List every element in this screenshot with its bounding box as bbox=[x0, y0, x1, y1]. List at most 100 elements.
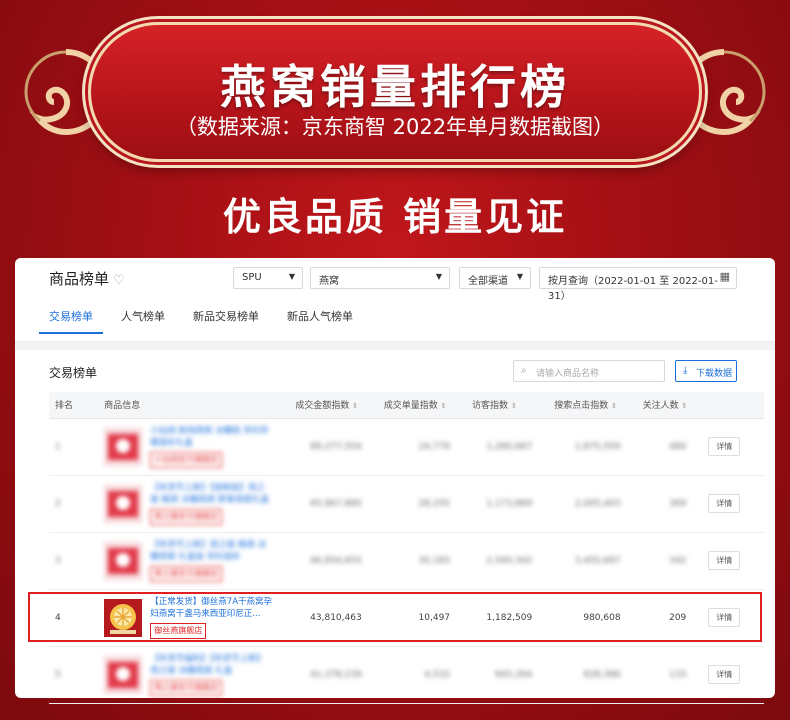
amount-index-cell: 46,854,655 bbox=[289, 532, 378, 590]
search-clicks-index-cell: 2,005,403 bbox=[548, 475, 637, 533]
download-data-button[interactable]: ⤓ 下载数据 bbox=[675, 360, 737, 382]
channel-select[interactable]: 全部渠道 ▼ bbox=[459, 267, 531, 289]
visitors-index-cell: 2,540,342 bbox=[466, 532, 549, 590]
category-select[interactable]: 燕窝 ▼ bbox=[310, 267, 450, 289]
table-row[interactable]: 2 【年货节上新】【尝鲜装】燕之屋 碗燕 冰糖燕窝 即食燕窝礼盒 燕之屋官方旗舰店 6… bbox=[49, 475, 764, 533]
col-orders-label: 成交单量指数 bbox=[383, 401, 438, 412]
col-product: 商品信息 bbox=[98, 392, 290, 419]
action-cell: 详情 bbox=[702, 589, 764, 647]
search-clicks-index-cell: 828,386 bbox=[548, 646, 637, 704]
channel-select-value: 全部渠道 bbox=[468, 276, 508, 287]
action-cell: 详情 bbox=[702, 646, 764, 704]
dimension-select-value: SPU bbox=[242, 272, 262, 283]
banner-title: 燕窝销量排行榜 bbox=[220, 60, 570, 114]
product-thumbnail[interactable] bbox=[104, 541, 143, 580]
sort-icon: ⇕ bbox=[510, 402, 517, 411]
product-thumbnail[interactable] bbox=[104, 598, 143, 637]
detail-button[interactable]: 详情 bbox=[708, 665, 741, 684]
tab-new-trade-ranking[interactable]: 新品交易榜单 bbox=[193, 308, 259, 334]
product-cell: 【正常发货】御丝燕7A干燕窝孕妇燕窝干盏马来西亚印尼正... 御丝燕旗舰店 bbox=[98, 589, 290, 647]
banner: 燕窝销量排行榜 （数据来源：京东商智 2022年单月数据截图） bbox=[18, 18, 772, 166]
ranking-table: 排名 商品信息 成交金额指数 ⇕ 成交单量指数 ⇕ 访客指数 ⇕ 搜索点击指数 … bbox=[49, 392, 764, 704]
product-name-link[interactable]: 【年货节福利】【年货节上新】燕之屋 冰糖燕窝 礼盒 bbox=[150, 653, 272, 677]
sort-icon: ⇕ bbox=[352, 402, 359, 411]
col-amount-label: 成交金额指数 bbox=[295, 401, 350, 412]
product-cell: 【年货节福利】【年货节上新】燕之屋 冰糖燕窝 礼盒燕之屋官方旗舰店 bbox=[98, 646, 290, 704]
visitors-index-cell: 1,280,667 bbox=[466, 418, 549, 476]
rank-cell: 4 bbox=[49, 589, 99, 647]
section-title: 交易榜单 bbox=[49, 366, 98, 380]
col-search-clicks[interactable]: 搜索点击指数 ⇕ bbox=[548, 392, 637, 419]
rank-cell: 2 bbox=[49, 475, 99, 533]
tab-new-popularity-ranking[interactable]: 新品人气榜单 bbox=[287, 308, 353, 334]
follows-cell: 342 bbox=[636, 532, 703, 590]
page-title: 商品榜单 ♡ bbox=[49, 268, 125, 289]
heart-icon[interactable]: ♡ bbox=[113, 273, 125, 288]
tab-trade-ranking[interactable]: 交易榜单 bbox=[39, 308, 103, 334]
follows-cell: 369 bbox=[636, 475, 703, 533]
action-cell: 详情 bbox=[702, 532, 764, 590]
tab-popularity-ranking[interactable]: 人气榜单 bbox=[121, 308, 165, 334]
detail-button[interactable]: 详情 bbox=[708, 608, 741, 627]
product-thumbnail[interactable] bbox=[104, 655, 143, 694]
detail-button[interactable]: 详情 bbox=[708, 437, 741, 456]
table-row[interactable]: 4 【正常发货】御丝燕7A干燕窝孕妇燕窝干盏马来西亚印尼正... 御丝燕旗舰店 43,… bbox=[49, 589, 764, 647]
sort-icon: ⇕ bbox=[681, 402, 688, 411]
table-row[interactable]: 5 【年货节福利】【年货节上新】燕之屋 冰糖燕窝 礼盒 燕之屋官方旗舰店 41,378… bbox=[49, 646, 764, 704]
banner-plaque: 燕窝销量排行榜 （数据来源：京东商智 2022年单月数据截图） bbox=[88, 22, 702, 162]
table-row[interactable]: 3 【年货节上新】燕之屋 碗燕 冰糖燕窝 礼盒装 孕妇滋补 燕之屋官方旗舰店 46,8… bbox=[49, 532, 764, 590]
product-name-link[interactable]: 小仙炖 鲜炖燕窝 冰糖款 孕妇孕期滋补礼盒 bbox=[150, 425, 272, 449]
store-tag[interactable]: 燕之屋官方旗舰店 bbox=[150, 566, 223, 582]
orders-index-cell: 28,255 bbox=[377, 475, 467, 533]
amount-index-cell: 65,967,880 bbox=[289, 475, 378, 533]
rank-cell: 5 bbox=[49, 646, 99, 704]
orders-index-cell: 4,532 bbox=[377, 646, 467, 704]
follows-cell: 484 bbox=[636, 418, 703, 476]
store-tag[interactable]: 御丝燕旗舰店 bbox=[150, 623, 207, 639]
chevron-down-icon: ▼ bbox=[435, 272, 442, 281]
col-amount[interactable]: 成交金额指数 ⇕ bbox=[289, 392, 378, 419]
store-tag[interactable]: 燕之屋官方旗舰店 bbox=[150, 509, 223, 525]
col-visitors-label: 访客指数 bbox=[472, 401, 509, 412]
product-name-link[interactable]: 【正常发货】御丝燕7A干燕窝孕妇燕窝干盏马来西亚印尼正... bbox=[150, 596, 272, 620]
dimension-select[interactable]: SPU ▼ bbox=[233, 267, 303, 289]
product-cell: 【年货节上新】燕之屋 碗燕 冰糖燕窝 礼盒装 孕妇滋补燕之屋官方旗舰店 bbox=[98, 532, 290, 590]
col-orders[interactable]: 成交单量指数 ⇕ bbox=[377, 392, 467, 419]
download-label: 下载数据 bbox=[696, 369, 733, 379]
sort-icon: ⇕ bbox=[440, 402, 447, 411]
product-search-input[interactable]: ⌕ 请输入商品名称 bbox=[513, 360, 665, 382]
col-action bbox=[702, 392, 764, 419]
follows-cell: 133 bbox=[636, 646, 703, 704]
chevron-down-icon: ▼ bbox=[516, 272, 523, 281]
action-cell: 详情 bbox=[702, 475, 764, 533]
rank-cell: 3 bbox=[49, 532, 99, 590]
date-range-picker[interactable]: 按月查询（2022-01-01 至 2022-01-31） ▦ bbox=[539, 267, 737, 302]
col-search-clicks-label: 搜索点击指数 bbox=[554, 401, 609, 412]
orders-index-cell: 30,183 bbox=[377, 532, 467, 590]
sort-icon: ⇕ bbox=[611, 402, 617, 411]
orders-index-cell: 10,497 bbox=[377, 589, 467, 647]
table-row[interactable]: 1 小仙炖 鲜炖燕窝 冰糖款 孕妇孕期滋补礼盒 小仙炖官方旗舰店 89,277,554… bbox=[49, 418, 764, 476]
col-follows[interactable]: 关注人数 ⇕ bbox=[636, 392, 703, 419]
product-thumbnail[interactable] bbox=[104, 427, 143, 466]
col-follows-label: 关注人数 bbox=[642, 401, 679, 412]
amount-index-cell: 89,277,554 bbox=[289, 418, 378, 476]
orders-index-cell: 24,779 bbox=[377, 418, 467, 476]
visitors-index-cell: 1,182,509 bbox=[466, 589, 549, 647]
calendar-icon: ▦ bbox=[719, 270, 730, 283]
detail-button[interactable]: 详情 bbox=[708, 494, 741, 513]
store-tag[interactable]: 燕之屋官方旗舰店 bbox=[150, 680, 223, 696]
store-tag[interactable]: 小仙炖官方旗舰店 bbox=[150, 452, 223, 468]
col-visitors[interactable]: 访客指数 ⇕ bbox=[466, 392, 549, 419]
banner-subtitle: （数据来源：京东商智 2022年单月数据截图） bbox=[175, 115, 615, 139]
product-cell: 【年货节上新】【尝鲜装】燕之屋 碗燕 冰糖燕窝 即食燕窝礼盒燕之屋官方旗舰店 bbox=[98, 475, 290, 533]
download-icon: ⤓ bbox=[683, 365, 688, 376]
action-cell: 详情 bbox=[702, 418, 764, 476]
product-name-link[interactable]: 【年货节上新】【尝鲜装】燕之屋 碗燕 冰糖燕窝 即食燕窝礼盒 bbox=[150, 482, 272, 506]
ranking-tabs: 交易榜单 人气榜单 新品交易榜单 新品人气榜单 bbox=[39, 308, 381, 334]
search-clicks-index-cell: 1,875,559 bbox=[548, 418, 637, 476]
amount-index-cell: 43,810,463 bbox=[289, 589, 378, 647]
product-thumbnail[interactable] bbox=[104, 484, 143, 523]
detail-button[interactable]: 详情 bbox=[708, 551, 741, 570]
product-name-link[interactable]: 【年货节上新】燕之屋 碗燕 冰糖燕窝 礼盒装 孕妇滋补 bbox=[150, 539, 272, 563]
